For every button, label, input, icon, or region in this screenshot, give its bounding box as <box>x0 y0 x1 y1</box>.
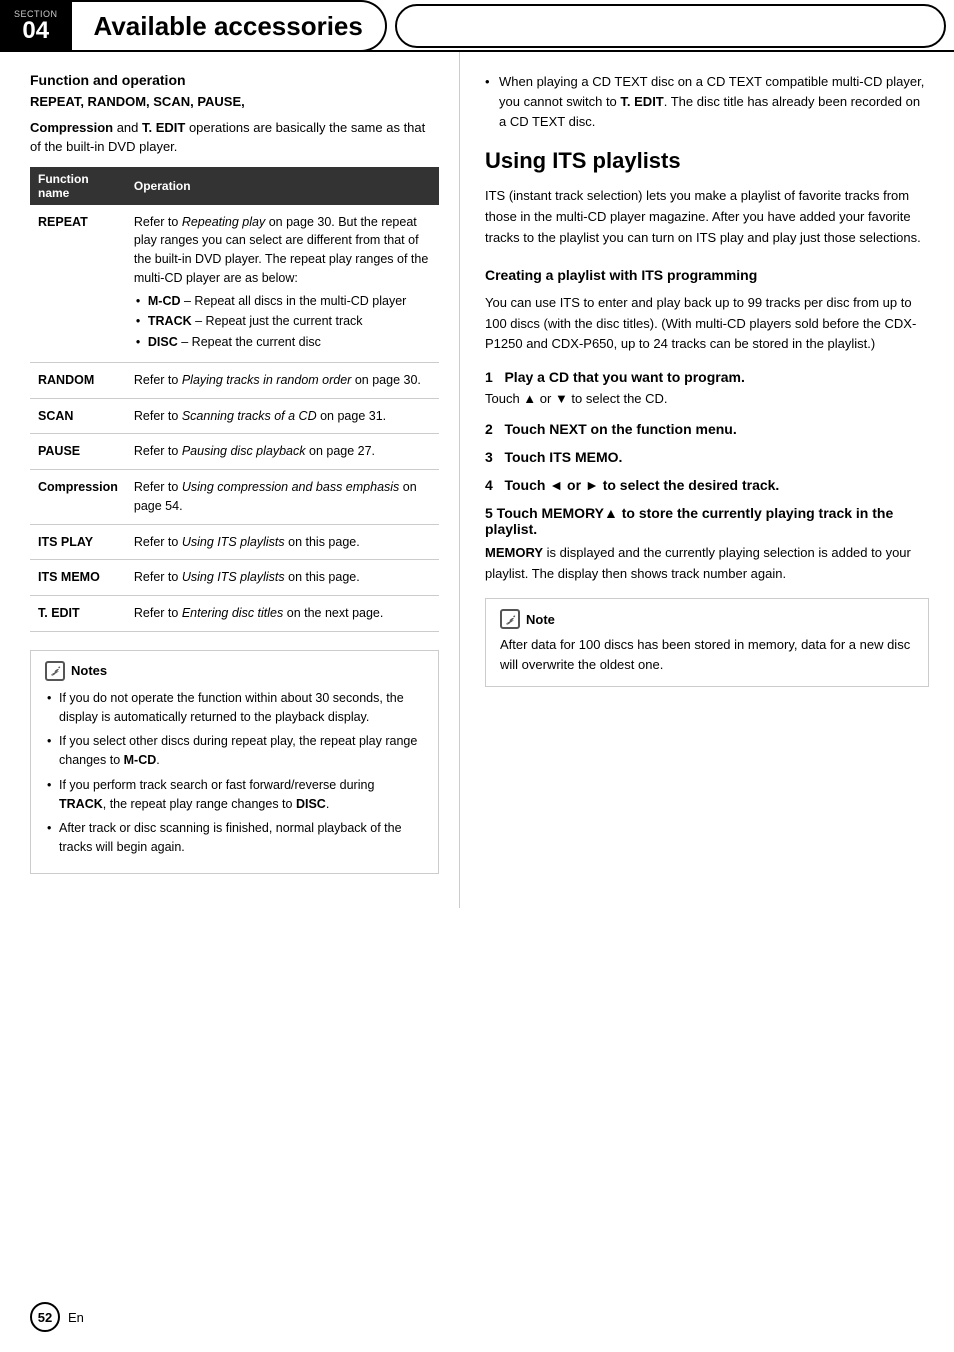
tedit-bold: T. EDIT <box>142 120 185 135</box>
table-row: ITS MEMO Refer to Using ITS playlists on… <box>30 560 439 596</box>
page-number: 52 <box>30 1302 60 1332</box>
step-2-header: 2 Touch NEXT on the function menu. <box>485 421 929 437</box>
its-title: Using ITS playlists <box>485 148 929 174</box>
header-right-decoration <box>395 4 946 48</box>
function-op-itsplay: Refer to Using ITS playlists on this pag… <box>126 524 439 560</box>
step-5-header: 5 Touch MEMORY▲ to store the currently p… <box>485 505 929 537</box>
note-title: Note <box>526 612 555 627</box>
section-number: 04 <box>22 19 49 43</box>
step-1-subtext: Touch ▲ or ▼ to select the CD. <box>485 389 929 409</box>
function-op-scan: Refer to Scanning tracks of a CD on page… <box>126 398 439 434</box>
main-content: Function and operation REPEAT, RANDOM, S… <box>0 52 954 908</box>
note-icon: 𝒿 <box>45 661 65 681</box>
function-op-compression: Refer to Using compression and bass emph… <box>126 470 439 525</box>
section-badge: Section 04 <box>0 0 72 52</box>
list-item: TRACK – Repeat just the current track <box>134 312 431 331</box>
table-col2: Operation <box>126 167 439 205</box>
step-3: 3 Touch ITS MEMO. <box>485 449 929 465</box>
notes-list: If you do not operate the function withi… <box>45 689 424 857</box>
compression-bold: Compression <box>30 120 113 135</box>
operation-subtitle: REPEAT, RANDOM, SCAN, PAUSE, <box>30 92 439 112</box>
table-row: T. EDIT Refer to Entering disc titles on… <box>30 596 439 632</box>
step-5-body: MEMORY is displayed and the currently pl… <box>485 543 929 585</box>
table-row: Compression Refer to Using compression a… <box>30 470 439 525</box>
notes-header: 𝒿 Notes <box>45 661 424 681</box>
notes-box: 𝒿 Notes If you do not operate the functi… <box>30 650 439 874</box>
function-name-tedit: T. EDIT <box>30 596 126 632</box>
function-name-itsplay: ITS PLAY <box>30 524 126 560</box>
function-name-itsmemo: ITS MEMO <box>30 560 126 596</box>
page-title: Available accessories <box>94 11 363 42</box>
function-op-repeat: Refer to Repeating play on page 30. But … <box>126 205 439 363</box>
op-intro-text: Compression and T. EDIT operations are b… <box>30 118 439 157</box>
note-box: 𝒿 Note After data for 100 discs has been… <box>485 598 929 686</box>
function-name-random: RANDOM <box>30 362 126 398</box>
function-name-pause: PAUSE <box>30 434 126 470</box>
right-column: When playing a CD TEXT disc on a CD TEXT… <box>460 52 954 908</box>
page-wrapper: Section 04 Available accessories Functio… <box>0 0 954 1352</box>
table-row: ITS PLAY Refer to Using ITS playlists on… <box>30 524 439 560</box>
step-5: 5 Touch MEMORY▲ to store the currently p… <box>485 505 929 585</box>
function-op-random: Refer to Playing tracks in random order … <box>126 362 439 398</box>
cdtext-note: When playing a CD TEXT disc on a CD TEXT… <box>485 72 929 132</box>
function-name-compression: Compression <box>30 470 126 525</box>
page-footer: 52 En <box>30 1302 84 1332</box>
table-row: PAUSE Refer to Pausing disc playback on … <box>30 434 439 470</box>
function-op-tedit: Refer to Entering disc titles on the nex… <box>126 596 439 632</box>
list-item: DISC – Repeat the current disc <box>134 333 431 352</box>
language-label: En <box>68 1310 84 1325</box>
step-1-header: 1 Play a CD that you want to program. <box>485 369 929 385</box>
note-text: After data for 100 discs has been stored… <box>500 635 914 675</box>
note-box-header: 𝒿 Note <box>500 609 914 629</box>
notes-title: Notes <box>71 663 107 678</box>
list-item: After track or disc scanning is finished… <box>45 819 424 857</box>
creating-title: Creating a playlist with ITS programming <box>485 267 929 283</box>
page-header: Section 04 Available accessories <box>0 0 954 52</box>
function-op-itsmemo: Refer to Using ITS playlists on this pag… <box>126 560 439 596</box>
function-name-repeat: REPEAT <box>30 205 126 363</box>
table-row: RANDOM Refer to Playing tracks in random… <box>30 362 439 398</box>
header-title-pill: Available accessories <box>72 0 387 52</box>
function-name-scan: SCAN <box>30 398 126 434</box>
table-col1: Function name <box>30 167 126 205</box>
its-intro: ITS (instant track selection) lets you m… <box>485 186 929 248</box>
op-subtitle-line1: REPEAT, RANDOM, SCAN, PAUSE, <box>30 94 245 109</box>
note-icon: 𝒿 <box>500 609 520 629</box>
step-4: 4 Touch ◄ or ► to select the desired tra… <box>485 477 929 493</box>
step-1: 1 Play a CD that you want to program. To… <box>485 369 929 409</box>
step-2: 2 Touch NEXT on the function menu. <box>485 421 929 437</box>
step-3-header: 3 Touch ITS MEMO. <box>485 449 929 465</box>
list-item: If you do not operate the function withi… <box>45 689 424 727</box>
list-item: If you select other discs during repeat … <box>45 732 424 770</box>
list-item: If you perform track search or fast forw… <box>45 776 424 814</box>
step-4-header: 4 Touch ◄ or ► to select the desired tra… <box>485 477 929 493</box>
function-op-pause: Refer to Pausing disc playback on page 2… <box>126 434 439 470</box>
left-column: Function and operation REPEAT, RANDOM, S… <box>0 52 460 908</box>
table-row: REPEAT Refer to Repeating play on page 3… <box>30 205 439 363</box>
creating-text: You can use ITS to enter and play back u… <box>485 293 929 355</box>
list-item: M-CD – Repeat all discs in the multi-CD … <box>134 292 431 311</box>
table-row: SCAN Refer to Scanning tracks of a CD on… <box>30 398 439 434</box>
function-table: Function name Operation REPEAT Refer to … <box>30 167 439 632</box>
function-operation-title: Function and operation <box>30 72 439 88</box>
